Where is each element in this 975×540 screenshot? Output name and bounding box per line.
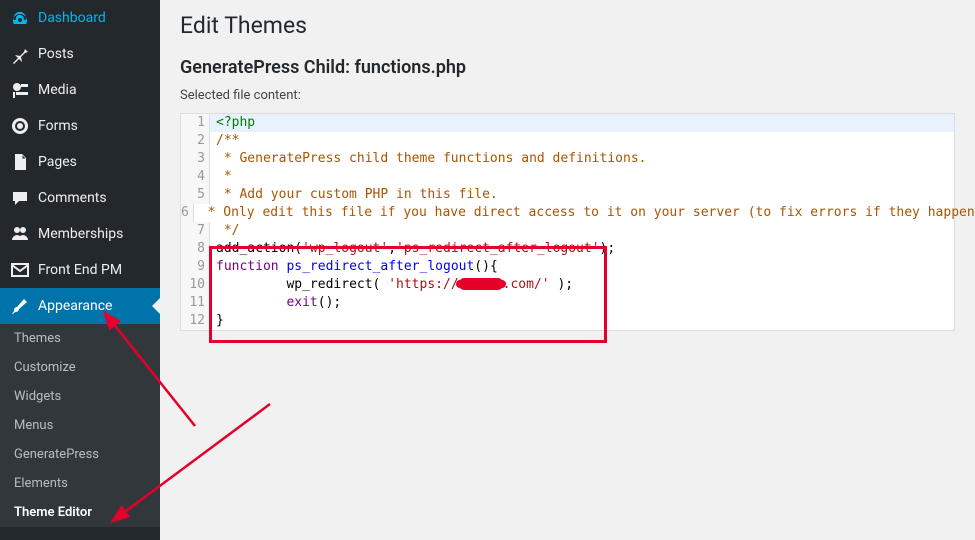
comments-icon bbox=[10, 188, 30, 208]
content-label: Selected file content: bbox=[180, 88, 955, 103]
envelope-icon bbox=[10, 260, 30, 280]
code-line[interactable]: 10 wp_redirect( 'https://.com/' ); bbox=[181, 276, 954, 294]
code-content[interactable]: } bbox=[210, 312, 954, 330]
code-line[interactable]: 3 * GeneratePress child theme functions … bbox=[181, 150, 954, 168]
dashboard-icon bbox=[10, 8, 30, 28]
code-content[interactable]: <?php bbox=[210, 114, 954, 132]
code-line[interactable]: 12} bbox=[181, 312, 954, 330]
sidebar-item-label: Media bbox=[38, 82, 77, 98]
sidebar-item-label: Memberships bbox=[38, 226, 123, 242]
code-line[interactable]: 8add_action('wp_logout','ps_redirect_aft… bbox=[181, 240, 954, 258]
code-editor[interactable]: 1<?php2/**3 * GeneratePress child theme … bbox=[180, 113, 955, 331]
submenu-themes[interactable]: Themes bbox=[0, 324, 160, 353]
code-line[interactable]: 4 * bbox=[181, 168, 954, 186]
code-content[interactable]: */ bbox=[210, 222, 954, 240]
code-line[interactable]: 2/** bbox=[181, 132, 954, 150]
code-content[interactable]: function ps_redirect_after_logout(){ bbox=[210, 258, 954, 276]
line-number: 1 bbox=[181, 114, 210, 132]
line-number: 6 bbox=[181, 204, 194, 222]
line-number: 3 bbox=[181, 150, 210, 168]
code-content[interactable]: wp_redirect( 'https://.com/' ); bbox=[210, 276, 954, 294]
code-content[interactable]: * Only edit this file if you have direct… bbox=[194, 204, 975, 222]
sidebar-item-memberships[interactable]: Memberships bbox=[0, 216, 160, 252]
file-heading: GeneratePress Child: functions.php bbox=[180, 57, 955, 78]
sidebar-item-forms[interactable]: Forms bbox=[0, 108, 160, 144]
code-content[interactable]: * Add your custom PHP in this file. bbox=[210, 186, 954, 204]
submenu-theme-editor[interactable]: Theme Editor bbox=[0, 498, 160, 527]
submenu-widgets[interactable]: Widgets bbox=[0, 382, 160, 411]
submenu-menus[interactable]: Menus bbox=[0, 411, 160, 440]
appearance-submenu: Themes Customize Widgets Menus GenerateP… bbox=[0, 324, 160, 527]
pages-icon bbox=[10, 152, 30, 172]
sidebar-item-frontendpm[interactable]: Front End PM bbox=[0, 252, 160, 288]
forms-icon bbox=[10, 116, 30, 136]
brush-icon bbox=[10, 296, 30, 316]
submenu-generatepress[interactable]: GeneratePress bbox=[0, 440, 160, 469]
code-content[interactable]: /** bbox=[210, 132, 954, 150]
sidebar-item-label: Comments bbox=[38, 190, 107, 206]
code-line[interactable]: 1<?php bbox=[181, 114, 954, 132]
line-number: 9 bbox=[181, 258, 210, 276]
code-line[interactable]: 11 exit(); bbox=[181, 294, 954, 312]
sidebar-item-appearance[interactable]: Appearance bbox=[0, 288, 160, 324]
code-content[interactable]: exit(); bbox=[210, 294, 954, 312]
line-number: 8 bbox=[181, 240, 210, 258]
code-line[interactable]: 9function ps_redirect_after_logout(){ bbox=[181, 258, 954, 276]
page-title: Edit Themes bbox=[180, 12, 955, 39]
memberships-icon bbox=[10, 224, 30, 244]
sidebar-item-comments[interactable]: Comments bbox=[0, 180, 160, 216]
sidebar-item-label: Dashboard bbox=[38, 10, 106, 26]
sidebar-item-label: Forms bbox=[38, 118, 78, 134]
line-number: 7 bbox=[181, 222, 210, 240]
code-content[interactable]: add_action('wp_logout','ps_redirect_afte… bbox=[210, 240, 954, 258]
code-content[interactable]: * bbox=[210, 168, 954, 186]
main-content: Edit Themes GeneratePress Child: functio… bbox=[160, 0, 975, 540]
line-number: 2 bbox=[181, 132, 210, 150]
media-icon bbox=[10, 80, 30, 100]
sidebar-item-label: Appearance bbox=[38, 298, 112, 314]
sidebar-item-pages[interactable]: Pages bbox=[0, 144, 160, 180]
code-line[interactable]: 6 * Only edit this file if you have dire… bbox=[181, 204, 954, 222]
line-number: 11 bbox=[181, 294, 210, 312]
sidebar-item-label: Front End PM bbox=[38, 262, 122, 278]
pin-icon bbox=[10, 44, 30, 64]
line-number: 4 bbox=[181, 168, 210, 186]
code-line[interactable]: 7 */ bbox=[181, 222, 954, 240]
code-content[interactable]: * GeneratePress child theme functions an… bbox=[210, 150, 954, 168]
code-line[interactable]: 5 * Add your custom PHP in this file. bbox=[181, 186, 954, 204]
sidebar-item-label: Pages bbox=[38, 154, 77, 170]
sidebar-item-dashboard[interactable]: Dashboard bbox=[0, 0, 160, 36]
submenu-elements[interactable]: Elements bbox=[0, 469, 160, 498]
line-number: 10 bbox=[181, 276, 210, 294]
admin-sidebar: Dashboard Posts Media Forms Pages Commen… bbox=[0, 0, 160, 540]
sidebar-item-posts[interactable]: Posts bbox=[0, 36, 160, 72]
sidebar-item-label: Posts bbox=[38, 46, 74, 62]
sidebar-item-media[interactable]: Media bbox=[0, 72, 160, 108]
line-number: 5 bbox=[181, 186, 210, 204]
submenu-customize[interactable]: Customize bbox=[0, 353, 160, 382]
line-number: 12 bbox=[181, 312, 210, 330]
